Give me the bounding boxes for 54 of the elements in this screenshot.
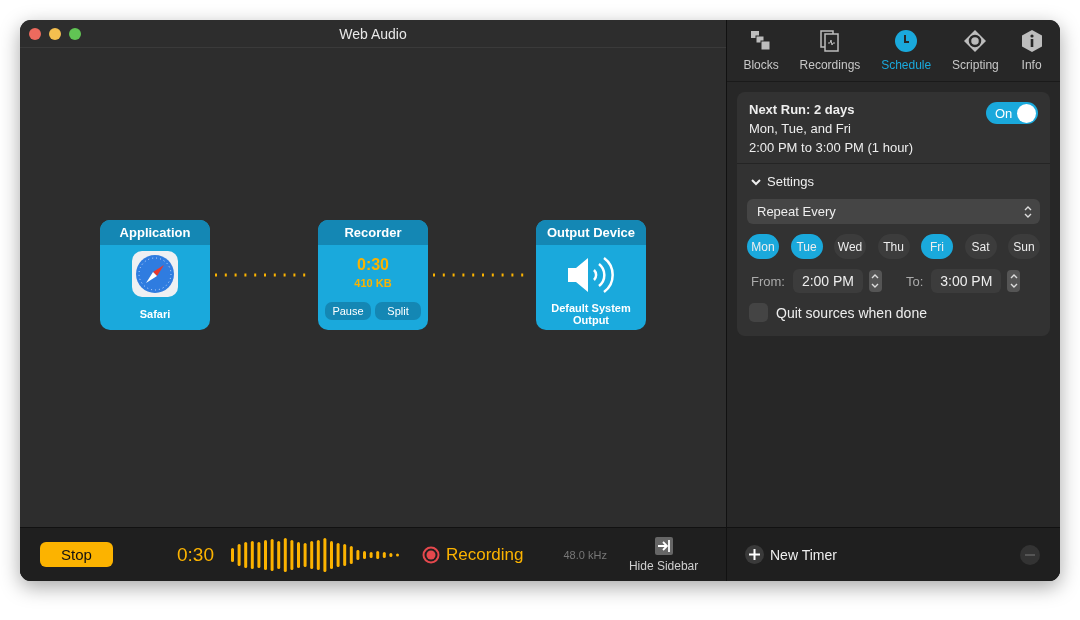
checkbox-label: Quit sources when done <box>776 304 927 321</box>
sidebar-tab[interactable]: Scripting <box>952 29 999 72</box>
close-button[interactable] <box>29 27 41 40</box>
compass-app-icon <box>131 249 179 298</box>
record-icon <box>422 545 440 564</box>
settings-disclosure[interactable]: Settings <box>747 174 1040 189</box>
stepper[interactable] <box>1007 270 1021 292</box>
time-summary: 2:00 PM to 3:00 PM (1 hour) <box>749 140 914 155</box>
diamond-icon <box>963 29 988 53</box>
minimize-button[interactable] <box>49 27 61 40</box>
sidebar-tab[interactable]: Schedule <box>881 29 932 72</box>
node-label: Safari <box>139 307 171 320</box>
arrow-into-box-icon <box>654 536 673 555</box>
day-toggle[interactable]: Thu <box>877 234 910 259</box>
hide-sidebar-button[interactable]: Hide Sidebar <box>628 536 699 573</box>
recording-status: Recording <box>446 544 524 565</box>
node-button[interactable]: Split <box>375 301 421 320</box>
recorder-size: 410 KB <box>354 276 392 289</box>
to-label: To: <box>905 273 924 289</box>
window-title: Web Audio <box>339 25 407 42</box>
recorder-time: 0:30 <box>357 255 389 274</box>
node-title: Application <box>100 219 210 245</box>
node-label: Default System Output <box>550 301 632 326</box>
audio-node[interactable]: Application Safari <box>100 219 210 330</box>
sidebar-tab[interactable]: Info <box>1019 29 1044 72</box>
sidebar-tab[interactable]: Blocks <box>743 29 779 72</box>
day-toggle[interactable]: Sun <box>1008 234 1040 259</box>
node-title: Recorder <box>318 219 428 245</box>
node-button[interactable]: Pause <box>325 301 371 320</box>
audio-node[interactable]: Recorder 0:30 410 KB Pause Split <box>318 219 428 330</box>
from-time-field[interactable]: 2:00 PM <box>792 269 863 293</box>
sidebar-tab[interactable]: Recordings <box>799 29 861 72</box>
stepper[interactable] <box>868 270 882 292</box>
audio-node[interactable]: Output Device Default System Output <box>536 219 646 330</box>
plus-icon <box>745 545 764 564</box>
up-down-chevron-icon <box>1024 204 1032 219</box>
sample-rate: 48.0 kHz <box>563 548 607 561</box>
day-toggle[interactable]: Sat <box>964 234 997 259</box>
clock-icon <box>894 29 919 53</box>
to-time-field[interactable]: 3:00 PM <box>931 269 1002 293</box>
zoom-button[interactable] <box>69 27 81 40</box>
days-summary: Mon, Tue, and Fri <box>749 121 852 136</box>
day-toggle[interactable]: Wed <box>834 234 866 259</box>
documents-icon <box>817 29 842 53</box>
minus-icon <box>1025 553 1035 556</box>
from-label: From: <box>751 273 785 289</box>
new-timer-button[interactable]: New Timer <box>745 545 837 564</box>
chevron-icon <box>751 176 761 187</box>
repeat-dropdown[interactable]: Repeat Every <box>747 199 1040 224</box>
info-icon <box>1019 29 1044 53</box>
elapsed-time: 0:30 <box>177 543 214 566</box>
node-title: Output Device <box>536 219 646 245</box>
stop-button[interactable]: Stop <box>40 542 113 567</box>
next-run-text: Next Run: 2 days <box>749 102 856 117</box>
